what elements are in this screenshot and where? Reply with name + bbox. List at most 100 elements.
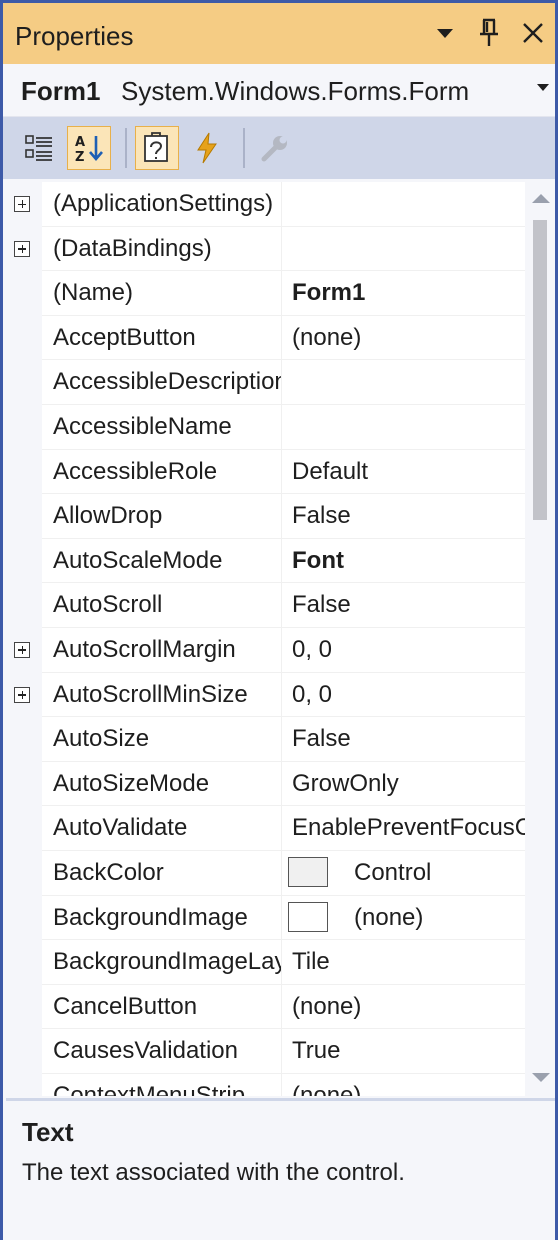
property-name-cell[interactable]: AutoScroll	[42, 583, 282, 628]
svg-text:Z: Z	[75, 150, 84, 164]
property-name-cell[interactable]: AccessibleRole	[42, 449, 282, 495]
property-value-cell[interactable]: (none)	[282, 316, 525, 361]
expand-plus-icon[interactable]	[14, 686, 30, 703]
row-gutter	[6, 538, 42, 584]
scroll-down-icon[interactable]	[532, 1073, 550, 1082]
property-value-cell[interactable]: (none)	[282, 896, 525, 941]
property-row[interactable]: AcceptButton (none)	[6, 315, 525, 361]
property-row[interactable]: AutoSize False	[6, 717, 525, 762]
row-gutter	[6, 1073, 42, 1096]
expand-plus-icon[interactable]	[14, 196, 30, 212]
row-gutter	[6, 583, 42, 628]
property-value: 0, 0	[292, 635, 333, 663]
property-value-cell[interactable]: Default	[282, 450, 525, 495]
property-value-cell[interactable]: False	[282, 717, 525, 762]
property-name-cell[interactable]: AccessibleDescription	[42, 360, 282, 405]
property-name: AutoValidate	[53, 814, 188, 842]
property-row[interactable]: AccessibleName	[6, 404, 525, 450]
property-row[interactable]: AutoValidate EnablePreventFocusChange	[6, 806, 525, 851]
pin-icon[interactable]	[475, 17, 503, 49]
property-row[interactable]: AllowDrop False	[6, 494, 525, 539]
property-value-cell[interactable]	[282, 182, 525, 227]
property-row[interactable]: AccessibleDescription	[6, 360, 525, 405]
dropdown-arrow-icon[interactable]	[431, 17, 459, 49]
property-row[interactable]: (DataBindings)	[6, 226, 525, 272]
property-name: AcceptButton	[53, 323, 196, 351]
color-swatch	[288, 856, 328, 887]
property-name-cell[interactable]: AccessibleName	[42, 404, 282, 450]
property-row[interactable]: BackgroundImage (none)	[6, 895, 525, 941]
property-row[interactable]: AutoSizeMode GrowOnly	[6, 761, 525, 807]
property-name-cell[interactable]: AutoSize	[42, 717, 282, 762]
object-type: System.Windows.Forms.Form	[121, 76, 470, 106]
property-value-cell[interactable]: EnablePreventFocusChange	[282, 806, 525, 851]
property-name-cell[interactable]: AutoValidate	[42, 806, 282, 851]
property-row[interactable]: ContextMenuStrip (none)	[6, 1073, 525, 1096]
property-name-cell[interactable]: CancelButton	[42, 984, 282, 1030]
property-row[interactable]: (Name) Form1	[6, 271, 525, 316]
object-name: Form1	[21, 76, 101, 106]
svg-text:A: A	[75, 135, 85, 150]
property-name: (DataBindings)	[53, 234, 212, 262]
row-gutter	[6, 360, 42, 405]
property-row[interactable]: BackgroundImageLayout Tile	[6, 940, 525, 985]
property-name-cell[interactable]: AutoScrollMargin	[42, 627, 282, 673]
properties-icon[interactable]	[135, 126, 179, 170]
property-row[interactable]: CancelButton (none)	[6, 984, 525, 1030]
property-value-cell[interactable]: 0, 0	[282, 628, 525, 673]
property-row[interactable]: CausesValidation True	[6, 1029, 525, 1074]
close-icon[interactable]	[519, 17, 547, 49]
property-value-cell[interactable]: (none)	[282, 1074, 525, 1096]
expand-plus-icon[interactable]	[14, 240, 30, 257]
property-name-cell[interactable]: AcceptButton	[42, 315, 282, 361]
property-value-cell[interactable]: Tile	[282, 940, 525, 985]
property-name: AccessibleRole	[53, 457, 218, 485]
property-row[interactable]: (ApplicationSettings)	[6, 182, 525, 227]
property-row[interactable]: AutoScrollMinSize 0, 0	[6, 672, 525, 718]
property-name-cell[interactable]: BackColor	[42, 850, 282, 896]
categorized-icon[interactable]	[17, 126, 61, 170]
property-name-cell[interactable]: CausesValidation	[42, 1029, 282, 1074]
property-name-cell[interactable]: AutoScrollMinSize	[42, 672, 282, 718]
property-value-cell[interactable]: True	[282, 1029, 525, 1074]
property-row[interactable]: AccessibleRole Default	[6, 449, 525, 495]
property-value-cell[interactable]: Control	[282, 851, 525, 896]
property-row[interactable]: BackColor Control	[6, 850, 525, 896]
alphabetical-icon[interactable]: A Z	[67, 126, 111, 170]
property-value-cell[interactable]: False	[282, 494, 525, 539]
property-name: AutoScaleMode	[53, 546, 223, 574]
property-name-cell[interactable]: AutoSizeMode	[42, 761, 282, 807]
property-name-cell[interactable]: (Name)	[42, 271, 282, 316]
property-name: AutoScroll	[53, 591, 163, 619]
property-name-cell[interactable]: (DataBindings)	[42, 226, 282, 272]
property-value: Control	[354, 858, 432, 886]
events-icon[interactable]	[185, 126, 229, 170]
property-name-cell[interactable]: AutoScaleMode	[42, 538, 282, 584]
property-value-cell[interactable]	[282, 405, 525, 450]
property-value-cell[interactable]: (none)	[282, 985, 525, 1030]
property-row[interactable]: AutoScaleMode Font	[6, 538, 525, 584]
property-value-cell[interactable]	[282, 360, 525, 405]
property-row[interactable]: AutoScroll False	[6, 583, 525, 628]
object-selector[interactable]: Form1 System.Windows.Forms.Form	[3, 64, 555, 117]
scrollbar-thumb[interactable]	[533, 220, 547, 520]
property-name-cell[interactable]: BackgroundImage	[42, 895, 282, 941]
property-name-cell[interactable]: BackgroundImageLayout	[42, 940, 282, 985]
scroll-up-icon[interactable]	[532, 194, 550, 203]
property-name-cell[interactable]: (ApplicationSettings)	[42, 182, 282, 227]
property-value-cell[interactable]: Font	[282, 539, 525, 584]
property-value-cell[interactable]: 0, 0	[282, 673, 525, 718]
chevron-down-icon[interactable]	[537, 84, 549, 91]
property-value-cell[interactable]: GrowOnly	[282, 762, 525, 807]
property-name: ContextMenuStrip	[53, 1081, 246, 1096]
property-name-cell[interactable]: ContextMenuStrip	[42, 1073, 282, 1096]
property-value-cell[interactable]: Form1	[282, 271, 525, 316]
property-pages-icon[interactable]	[253, 126, 297, 170]
property-name-cell[interactable]: AllowDrop	[42, 494, 282, 539]
expand-plus-icon[interactable]	[14, 641, 30, 658]
row-gutter	[6, 494, 42, 539]
vertical-scrollbar[interactable]	[525, 182, 555, 1096]
property-value-cell[interactable]	[282, 227, 525, 272]
property-value-cell[interactable]: False	[282, 583, 525, 628]
property-row[interactable]: AutoScrollMargin 0, 0	[6, 627, 525, 673]
